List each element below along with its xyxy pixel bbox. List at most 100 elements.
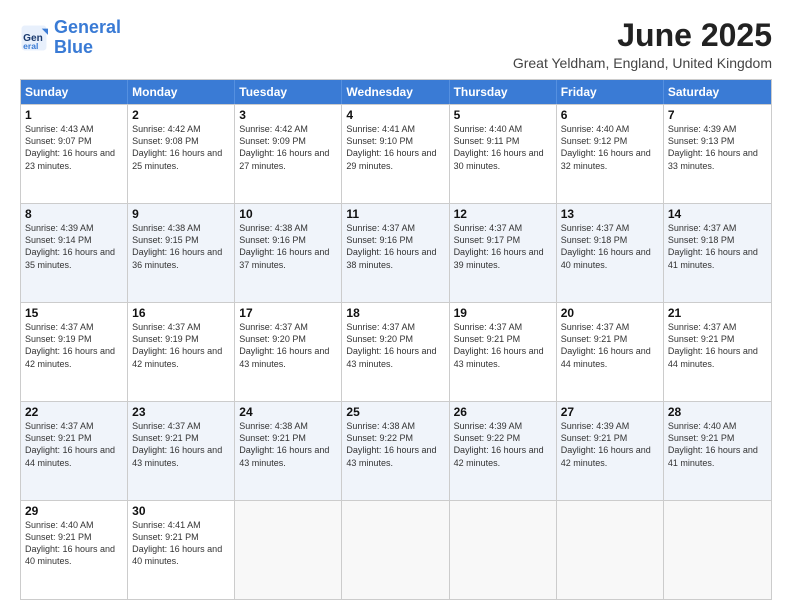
day-number: 23: [132, 405, 230, 419]
cell-info: Sunrise: 4:37 AMSunset: 9:21 PMDaylight:…: [25, 421, 115, 467]
header-saturday: Saturday: [664, 80, 771, 104]
cell-info: Sunrise: 4:37 AMSunset: 9:18 PMDaylight:…: [561, 223, 651, 269]
table-row: 22 Sunrise: 4:37 AMSunset: 9:21 PMDaylig…: [21, 402, 128, 500]
calendar-body: 1 Sunrise: 4:43 AMSunset: 9:07 PMDayligh…: [21, 104, 771, 599]
day-number: 12: [454, 207, 552, 221]
cell-info: Sunrise: 4:38 AMSunset: 9:22 PMDaylight:…: [346, 421, 436, 467]
table-row: 28 Sunrise: 4:40 AMSunset: 9:21 PMDaylig…: [664, 402, 771, 500]
table-row: 18 Sunrise: 4:37 AMSunset: 9:20 PMDaylig…: [342, 303, 449, 401]
table-row: 19 Sunrise: 4:37 AMSunset: 9:21 PMDaylig…: [450, 303, 557, 401]
day-number: 15: [25, 306, 123, 320]
day-number: 14: [668, 207, 767, 221]
table-row: [342, 501, 449, 599]
day-number: 22: [25, 405, 123, 419]
header-friday: Friday: [557, 80, 664, 104]
week-row-1: 1 Sunrise: 4:43 AMSunset: 9:07 PMDayligh…: [21, 104, 771, 203]
day-number: 16: [132, 306, 230, 320]
day-number: 28: [668, 405, 767, 419]
header-monday: Monday: [128, 80, 235, 104]
table-row: 23 Sunrise: 4:37 AMSunset: 9:21 PMDaylig…: [128, 402, 235, 500]
title-block: June 2025 Great Yeldham, England, United…: [513, 18, 772, 71]
month-title: June 2025: [513, 18, 772, 53]
logo: Gen eral GeneralBlue: [20, 18, 121, 58]
table-row: 11 Sunrise: 4:37 AMSunset: 9:16 PMDaylig…: [342, 204, 449, 302]
table-row: 14 Sunrise: 4:37 AMSunset: 9:18 PMDaylig…: [664, 204, 771, 302]
week-row-3: 15 Sunrise: 4:37 AMSunset: 9:19 PMDaylig…: [21, 302, 771, 401]
header-wednesday: Wednesday: [342, 80, 449, 104]
day-number: 3: [239, 108, 337, 122]
table-row: 21 Sunrise: 4:37 AMSunset: 9:21 PMDaylig…: [664, 303, 771, 401]
cell-info: Sunrise: 4:40 AMSunset: 9:21 PMDaylight:…: [668, 421, 758, 467]
day-number: 27: [561, 405, 659, 419]
table-row: 4 Sunrise: 4:41 AMSunset: 9:10 PMDayligh…: [342, 105, 449, 203]
table-row: 9 Sunrise: 4:38 AMSunset: 9:15 PMDayligh…: [128, 204, 235, 302]
day-number: 2: [132, 108, 230, 122]
table-row: 15 Sunrise: 4:37 AMSunset: 9:19 PMDaylig…: [21, 303, 128, 401]
table-row: 26 Sunrise: 4:39 AMSunset: 9:22 PMDaylig…: [450, 402, 557, 500]
cell-info: Sunrise: 4:39 AMSunset: 9:14 PMDaylight:…: [25, 223, 115, 269]
table-row: 3 Sunrise: 4:42 AMSunset: 9:09 PMDayligh…: [235, 105, 342, 203]
cell-info: Sunrise: 4:37 AMSunset: 9:21 PMDaylight:…: [561, 322, 651, 368]
cell-info: Sunrise: 4:37 AMSunset: 9:21 PMDaylight:…: [668, 322, 758, 368]
cell-info: Sunrise: 4:42 AMSunset: 9:09 PMDaylight:…: [239, 124, 329, 170]
header-sunday: Sunday: [21, 80, 128, 104]
cell-info: Sunrise: 4:43 AMSunset: 9:07 PMDaylight:…: [25, 124, 115, 170]
cell-info: Sunrise: 4:38 AMSunset: 9:15 PMDaylight:…: [132, 223, 222, 269]
cell-info: Sunrise: 4:37 AMSunset: 9:20 PMDaylight:…: [346, 322, 436, 368]
calendar: Sunday Monday Tuesday Wednesday Thursday…: [20, 79, 772, 600]
table-row: 8 Sunrise: 4:39 AMSunset: 9:14 PMDayligh…: [21, 204, 128, 302]
cell-info: Sunrise: 4:41 AMSunset: 9:10 PMDaylight:…: [346, 124, 436, 170]
calendar-header: Sunday Monday Tuesday Wednesday Thursday…: [21, 80, 771, 104]
cell-info: Sunrise: 4:38 AMSunset: 9:21 PMDaylight:…: [239, 421, 329, 467]
cell-info: Sunrise: 4:37 AMSunset: 9:16 PMDaylight:…: [346, 223, 436, 269]
header: Gen eral GeneralBlue June 2025 Great Yel…: [20, 18, 772, 71]
table-row: 5 Sunrise: 4:40 AMSunset: 9:11 PMDayligh…: [450, 105, 557, 203]
day-number: 24: [239, 405, 337, 419]
cell-info: Sunrise: 4:40 AMSunset: 9:21 PMDaylight:…: [25, 520, 115, 566]
day-number: 25: [346, 405, 444, 419]
day-number: 1: [25, 108, 123, 122]
svg-text:eral: eral: [23, 41, 38, 51]
page: Gen eral GeneralBlue June 2025 Great Yel…: [0, 0, 792, 612]
cell-info: Sunrise: 4:37 AMSunset: 9:19 PMDaylight:…: [132, 322, 222, 368]
table-row: 24 Sunrise: 4:38 AMSunset: 9:21 PMDaylig…: [235, 402, 342, 500]
cell-info: Sunrise: 4:37 AMSunset: 9:21 PMDaylight:…: [454, 322, 544, 368]
cell-info: Sunrise: 4:37 AMSunset: 9:18 PMDaylight:…: [668, 223, 758, 269]
cell-info: Sunrise: 4:38 AMSunset: 9:16 PMDaylight:…: [239, 223, 329, 269]
cell-info: Sunrise: 4:37 AMSunset: 9:17 PMDaylight:…: [454, 223, 544, 269]
table-row: 12 Sunrise: 4:37 AMSunset: 9:17 PMDaylig…: [450, 204, 557, 302]
header-tuesday: Tuesday: [235, 80, 342, 104]
table-row: 29 Sunrise: 4:40 AMSunset: 9:21 PMDaylig…: [21, 501, 128, 599]
table-row: 1 Sunrise: 4:43 AMSunset: 9:07 PMDayligh…: [21, 105, 128, 203]
day-number: 10: [239, 207, 337, 221]
week-row-5: 29 Sunrise: 4:40 AMSunset: 9:21 PMDaylig…: [21, 500, 771, 599]
day-number: 9: [132, 207, 230, 221]
day-number: 30: [132, 504, 230, 518]
table-row: 17 Sunrise: 4:37 AMSunset: 9:20 PMDaylig…: [235, 303, 342, 401]
day-number: 20: [561, 306, 659, 320]
week-row-2: 8 Sunrise: 4:39 AMSunset: 9:14 PMDayligh…: [21, 203, 771, 302]
table-row: [450, 501, 557, 599]
day-number: 17: [239, 306, 337, 320]
cell-info: Sunrise: 4:41 AMSunset: 9:21 PMDaylight:…: [132, 520, 222, 566]
header-thursday: Thursday: [450, 80, 557, 104]
cell-info: Sunrise: 4:39 AMSunset: 9:21 PMDaylight:…: [561, 421, 651, 467]
table-row: 13 Sunrise: 4:37 AMSunset: 9:18 PMDaylig…: [557, 204, 664, 302]
week-row-4: 22 Sunrise: 4:37 AMSunset: 9:21 PMDaylig…: [21, 401, 771, 500]
cell-info: Sunrise: 4:37 AMSunset: 9:21 PMDaylight:…: [132, 421, 222, 467]
day-number: 13: [561, 207, 659, 221]
table-row: 2 Sunrise: 4:42 AMSunset: 9:08 PMDayligh…: [128, 105, 235, 203]
table-row: [664, 501, 771, 599]
table-row: [557, 501, 664, 599]
day-number: 11: [346, 207, 444, 221]
day-number: 18: [346, 306, 444, 320]
day-number: 6: [561, 108, 659, 122]
table-row: 10 Sunrise: 4:38 AMSunset: 9:16 PMDaylig…: [235, 204, 342, 302]
day-number: 5: [454, 108, 552, 122]
cell-info: Sunrise: 4:40 AMSunset: 9:12 PMDaylight:…: [561, 124, 651, 170]
table-row: 20 Sunrise: 4:37 AMSunset: 9:21 PMDaylig…: [557, 303, 664, 401]
day-number: 19: [454, 306, 552, 320]
cell-info: Sunrise: 4:37 AMSunset: 9:20 PMDaylight:…: [239, 322, 329, 368]
table-row: [235, 501, 342, 599]
logo-text: GeneralBlue: [54, 18, 121, 58]
